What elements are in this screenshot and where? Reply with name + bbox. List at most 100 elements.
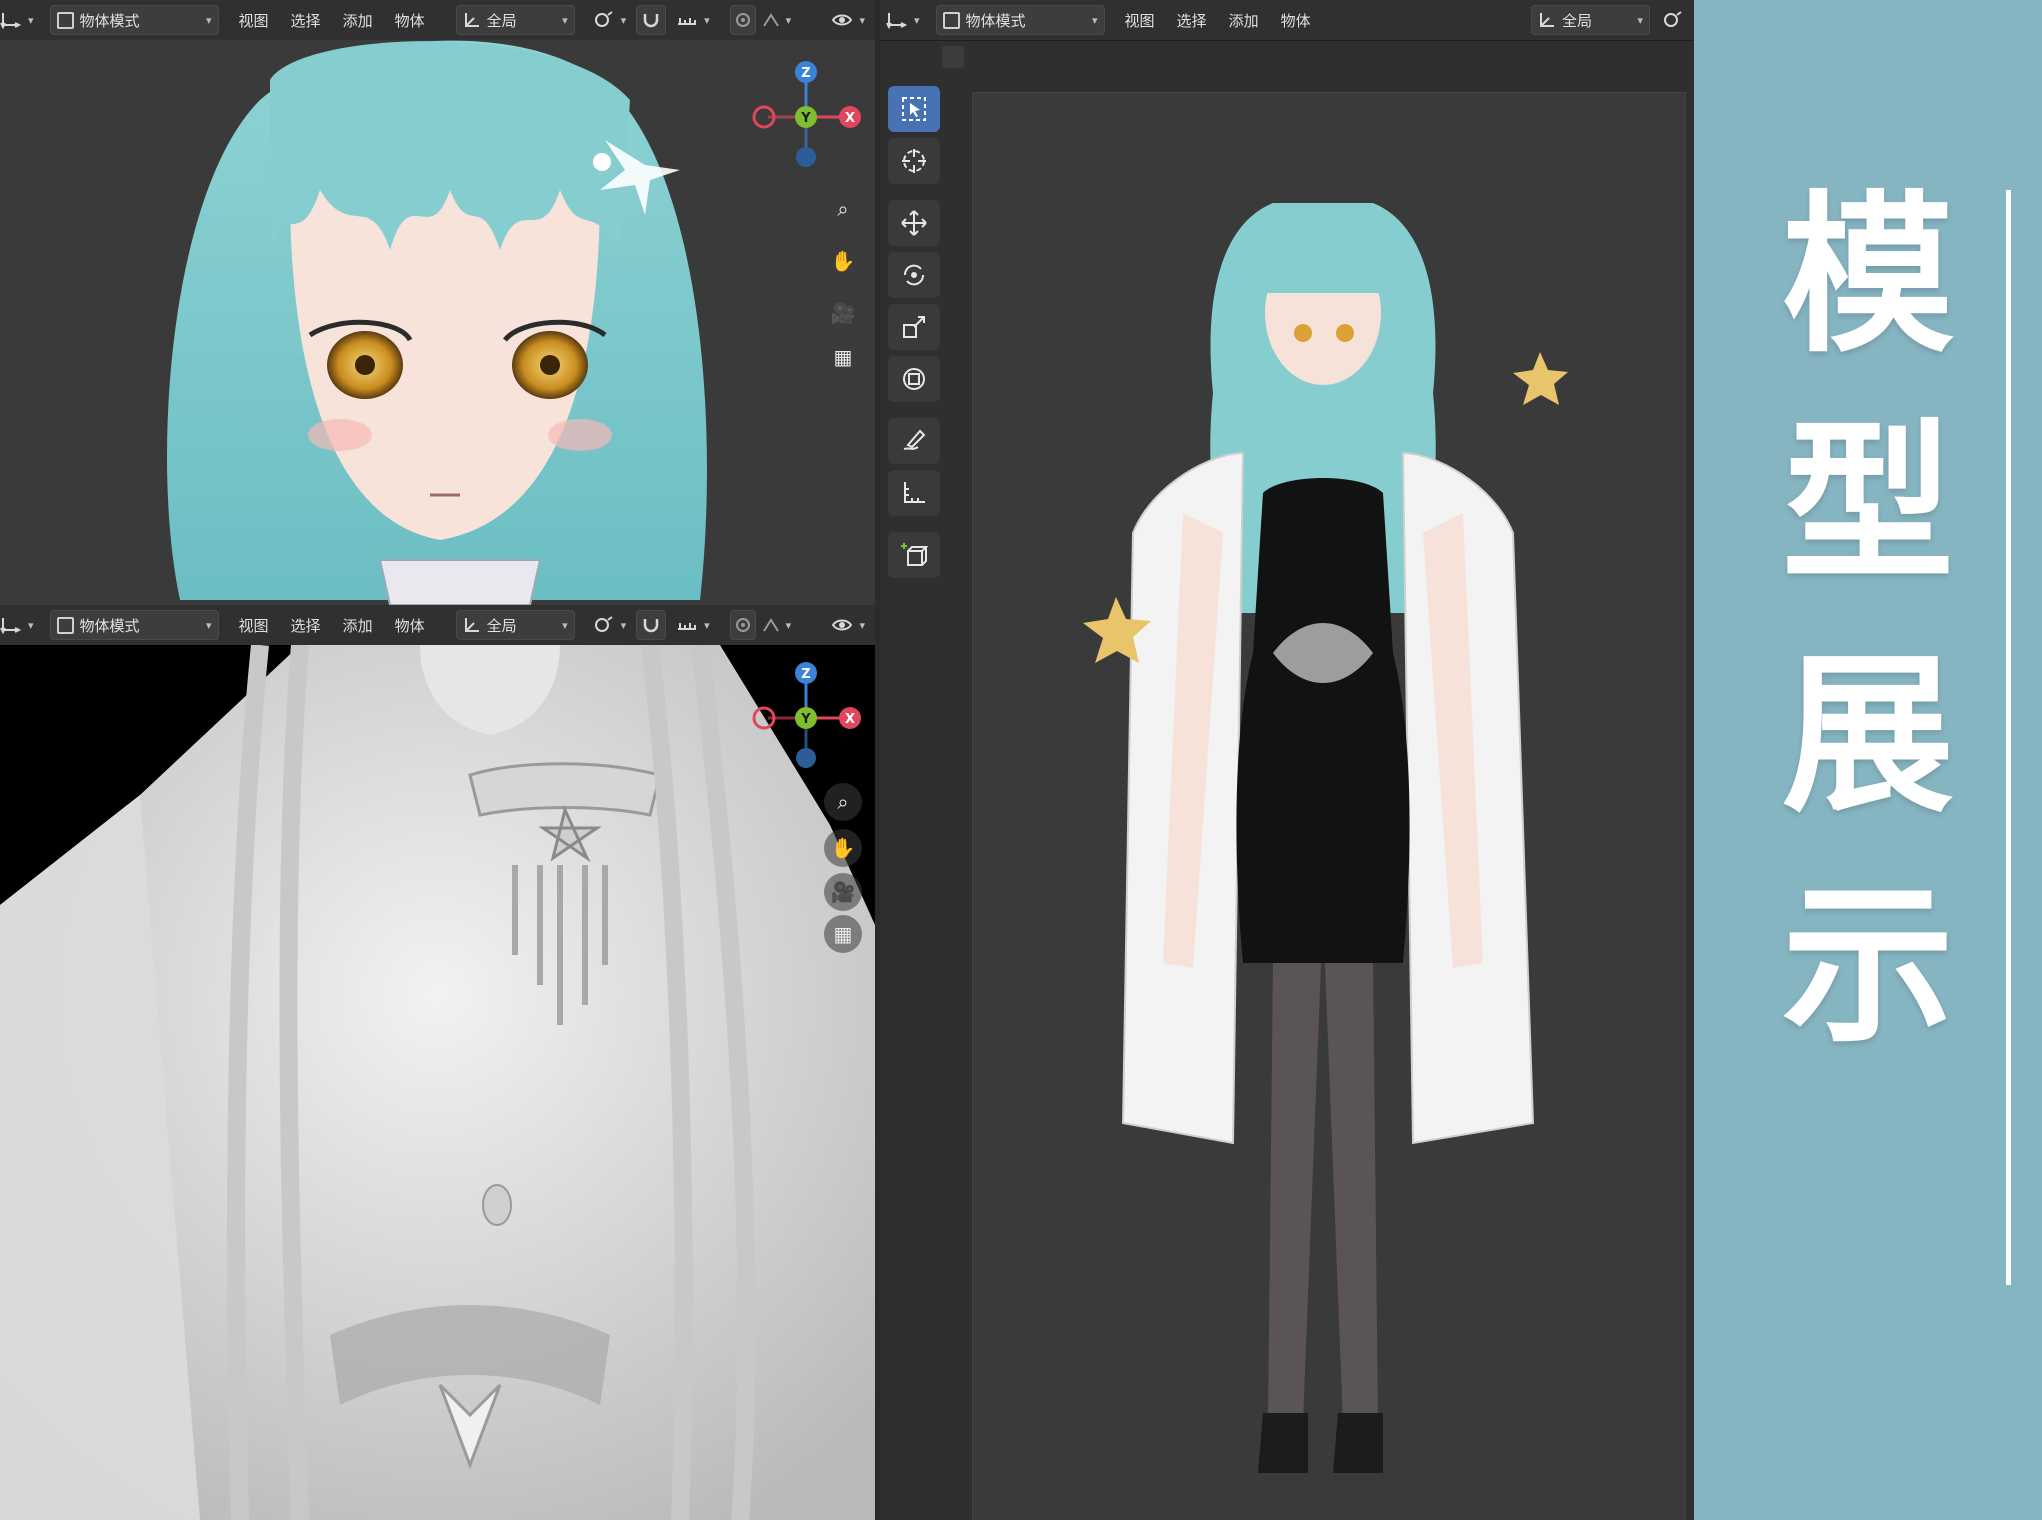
mode-select[interactable]: 物体模式 ▾ (935, 5, 1105, 35)
magnet-icon (643, 14, 659, 28)
proportional-edit-icon (735, 618, 750, 632)
chevron-down-icon: ▾ (206, 618, 212, 632)
add-cube-icon[interactable] (888, 532, 940, 578)
falloff-button[interactable]: ▾ (756, 6, 798, 34)
editor-type-button[interactable]: ▾ (0, 611, 40, 639)
navigation-gizmo[interactable]: Z X Y (746, 653, 866, 773)
menu-view[interactable]: 视图 (239, 615, 269, 636)
falloff-button[interactable]: ▾ (756, 611, 798, 639)
zoom-icon[interactable]: ⌕ (824, 190, 862, 228)
pivot-button[interactable] (1656, 6, 1690, 34)
chevron-down-icon: ▾ (785, 13, 792, 27)
mode-label: 物体模式 (965, 11, 1026, 30)
tool-shelf (880, 86, 950, 586)
editor-type-icon (886, 13, 908, 29)
chevron-down-icon: ▾ (704, 13, 710, 27)
chevron-down-icon: ▾ (562, 13, 568, 27)
menu-object[interactable]: 物体 (395, 10, 425, 31)
viewport-top-left[interactable]: ▾ 物体模式 ▾ 视图 选择 添加 物体 全局 ▾ ▾ ▾ ▾ ▾ Z X Y … (0, 0, 875, 605)
menu-add[interactable]: 添加 (343, 10, 373, 31)
viewport-render-face[interactable]: Z X Y ⌕ ✋ 🎥 ▦ (0, 40, 875, 605)
move-icon[interactable] (888, 200, 940, 246)
chevron-down-icon: ▾ (620, 13, 627, 27)
axis-x-label: X (845, 111, 855, 126)
visibility-button[interactable]: ▾ (825, 611, 871, 639)
camera-icon[interactable]: 🎥 (824, 873, 862, 911)
mode-select[interactable]: 物体模式 ▾ (49, 5, 219, 35)
title-char-1: 模 (1782, 175, 1954, 376)
pivot-button[interactable]: ▾ (587, 6, 633, 34)
object-mode-icon (56, 616, 74, 634)
snap-toggle[interactable] (636, 5, 667, 35)
axis-z-label: Z (801, 66, 810, 81)
menu-object[interactable]: 物体 (1281, 10, 1311, 31)
editor-type-icon (0, 13, 22, 29)
chevron-down-icon: ▾ (1092, 13, 1098, 27)
menu-add[interactable]: 添加 (343, 615, 373, 636)
viewport-header: ▾ 物体模式 ▾ 视图 选择 添加 物体 全局 ▾ ▾ ▾ ▾ ▾ (0, 605, 875, 646)
snap-toggle[interactable] (636, 610, 667, 640)
proportional-edit-toggle[interactable] (729, 5, 756, 35)
menu-select[interactable]: 选择 (291, 615, 321, 636)
menu-select[interactable]: 选择 (291, 10, 321, 31)
axis-y-label: Y (800, 712, 811, 727)
rotate-icon[interactable] (888, 252, 940, 298)
transform-orientation-icon (1540, 13, 1554, 27)
mode-label: 物体模式 (79, 616, 140, 635)
cursor-icon[interactable] (888, 138, 940, 184)
menu-view[interactable]: 视图 (1125, 10, 1155, 31)
mode-select[interactable]: 物体模式 ▾ (49, 610, 219, 640)
orientation-select[interactable]: 全局 ▾ (455, 5, 575, 35)
select-intersect-icon[interactable] (942, 46, 964, 68)
select-box-icon[interactable] (888, 86, 940, 132)
visibility-button[interactable]: ▾ (825, 6, 871, 34)
transform-icon[interactable] (888, 356, 940, 402)
pivot-button[interactable]: ▾ (587, 611, 633, 639)
hand-icon[interactable]: ✋ (824, 829, 862, 867)
navigation-gizmo[interactable]: Z X Y (746, 52, 866, 172)
editor-type-button[interactable]: ▾ (0, 6, 40, 34)
orientation-label: 全局 (486, 11, 517, 30)
transform-orientation-icon (464, 618, 479, 632)
orientation-select[interactable]: 全局 ▾ (455, 610, 575, 640)
chevron-down-icon: ▾ (704, 618, 710, 632)
snap-target-button[interactable]: ▾ (670, 611, 716, 639)
title-char-3: 展 (1782, 635, 1954, 836)
title-char-4: 示 (1782, 865, 1954, 1066)
menu-view[interactable]: 视图 (239, 10, 269, 31)
chevron-down-icon: ▾ (859, 618, 865, 632)
measure-icon[interactable] (888, 470, 940, 516)
proportional-edit-toggle[interactable] (729, 610, 756, 640)
grid-icon[interactable]: ▦ (824, 338, 862, 376)
viewport-clay-render[interactable]: Z X Y ⌕ ✋ 🎥 ▦ (0, 643, 875, 1520)
menu-select[interactable]: 选择 (1177, 10, 1207, 31)
character-face-render (166, 40, 707, 605)
chevron-down-icon: ▾ (1637, 13, 1643, 27)
snap-target-button[interactable]: ▾ (670, 6, 716, 34)
chevron-down-icon: ▾ (562, 618, 568, 632)
menu-add[interactable]: 添加 (1229, 10, 1259, 31)
chevron-down-icon: ▾ (859, 13, 865, 27)
chevron-down-icon: ▾ (28, 13, 34, 27)
viewport-right[interactable]: ▾ 物体模式 ▾ 视图 选择 添加 物体 全局 ▾ (880, 0, 1694, 1520)
chevron-down-icon: ▾ (28, 618, 34, 632)
falloff-icon (762, 13, 779, 27)
grid-icon[interactable]: ▦ (824, 915, 862, 953)
zoom-icon[interactable]: ⌕ (824, 783, 862, 821)
falloff-icon (762, 618, 779, 632)
orientation-select[interactable]: 全局 ▾ (1531, 5, 1650, 35)
character-clay-render (0, 643, 875, 1520)
object-mode-icon (942, 11, 960, 29)
eye-icon (832, 14, 853, 26)
hand-icon[interactable]: ✋ (824, 242, 862, 280)
viewport-bottom-left[interactable]: ▾ 物体模式 ▾ 视图 选择 添加 物体 全局 ▾ ▾ ▾ ▾ ▾ Z X Y … (0, 605, 875, 1520)
viewport-header: ▾ 物体模式 ▾ 视图 选择 添加 物体 全局 ▾ ▾ ▾ ▾ ▾ (0, 0, 875, 41)
annotate-icon[interactable] (888, 418, 940, 464)
scale-icon[interactable] (888, 304, 940, 350)
axis-y-label: Y (800, 111, 811, 126)
title-sidebar: 模 型 展 示 (1694, 0, 2042, 1520)
viewport-header: ▾ 物体模式 ▾ 视图 选择 添加 物体 全局 ▾ (880, 0, 1694, 41)
camera-icon[interactable]: 🎥 (824, 294, 862, 332)
menu-object[interactable]: 物体 (395, 615, 425, 636)
editor-type-button[interactable]: ▾ (880, 6, 926, 34)
